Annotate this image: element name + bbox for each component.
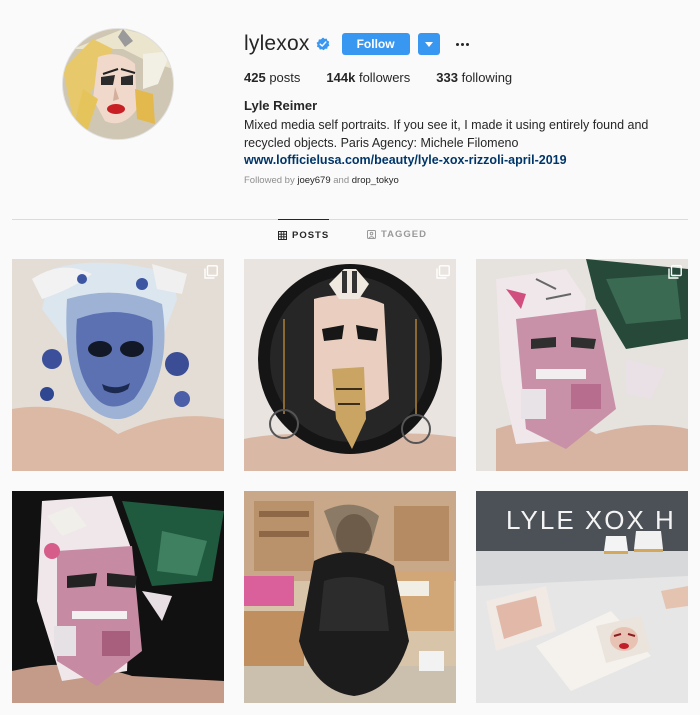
following-stat[interactable]: 333 following: [436, 70, 512, 85]
tab-posts[interactable]: POSTS: [278, 219, 330, 250]
verified-badge-icon: [316, 37, 330, 51]
post-thumbnail[interactable]: [476, 259, 688, 471]
follow-button[interactable]: Follow: [341, 33, 410, 55]
profile-stats: 425 posts 144k followers 333 following: [244, 68, 684, 86]
website-link[interactable]: www.lofficielusa.com/beauty/lyle-xox-riz…: [244, 153, 684, 167]
posts-count: 425: [244, 69, 266, 85]
posts-stat: 425 posts: [244, 70, 300, 85]
post-thumbnail[interactable]: [12, 259, 224, 471]
followed-by-user[interactable]: joey679: [297, 175, 330, 186]
followed-by-prefix: Followed by: [244, 175, 295, 186]
suggestions-dropdown-button[interactable]: [417, 33, 440, 55]
followed-by: Followed by joey679 and drop_tokyo: [244, 175, 684, 186]
window-sign-text: LYLE XOX H: [506, 505, 676, 535]
multiple-photos-icon: [436, 265, 450, 279]
bio-text: Mixed media self portraits. If you see i…: [244, 118, 649, 150]
following-label: following: [461, 69, 513, 85]
followers-count: 144k: [326, 69, 356, 85]
profile-header: lylexox Follow 425 posts 144k followers …: [0, 0, 700, 210]
post-thumbnail[interactable]: LYLE XOX H: [476, 491, 688, 703]
tab-tagged[interactable]: TAGGED: [367, 219, 427, 249]
followers-stat[interactable]: 144k followers: [326, 70, 410, 85]
post-thumbnail[interactable]: [12, 491, 224, 703]
profile-top-row: lylexox Follow: [244, 30, 684, 58]
post-thumbnail[interactable]: [244, 259, 456, 471]
followed-by-and: and: [333, 175, 350, 186]
grid-icon: [278, 230, 287, 240]
posts-grid: LYLE XOX H: [12, 259, 688, 715]
tab-posts-label: POSTS: [292, 229, 330, 241]
following-count: 333: [436, 69, 458, 85]
profile-info: lylexox Follow 425 posts 144k followers …: [244, 30, 684, 186]
tag-icon: [367, 229, 376, 239]
post-thumbnail[interactable]: [244, 491, 456, 703]
profile-tabs: POSTS TAGGED: [12, 219, 688, 250]
multiple-photos-icon: [204, 265, 218, 279]
chevron-down-icon: [424, 41, 433, 47]
full-name: Lyle Reimer: [244, 98, 318, 113]
multiple-photos-icon: [668, 265, 682, 279]
followed-by-user[interactable]: drop_tokyo: [352, 175, 399, 186]
posts-label: posts: [269, 69, 301, 85]
followers-label: followers: [358, 69, 411, 85]
profile-avatar[interactable]: [62, 28, 174, 140]
more-options-icon[interactable]: [454, 33, 472, 55]
tab-tagged-label: TAGGED: [381, 228, 427, 240]
username: lylexox: [244, 32, 310, 55]
